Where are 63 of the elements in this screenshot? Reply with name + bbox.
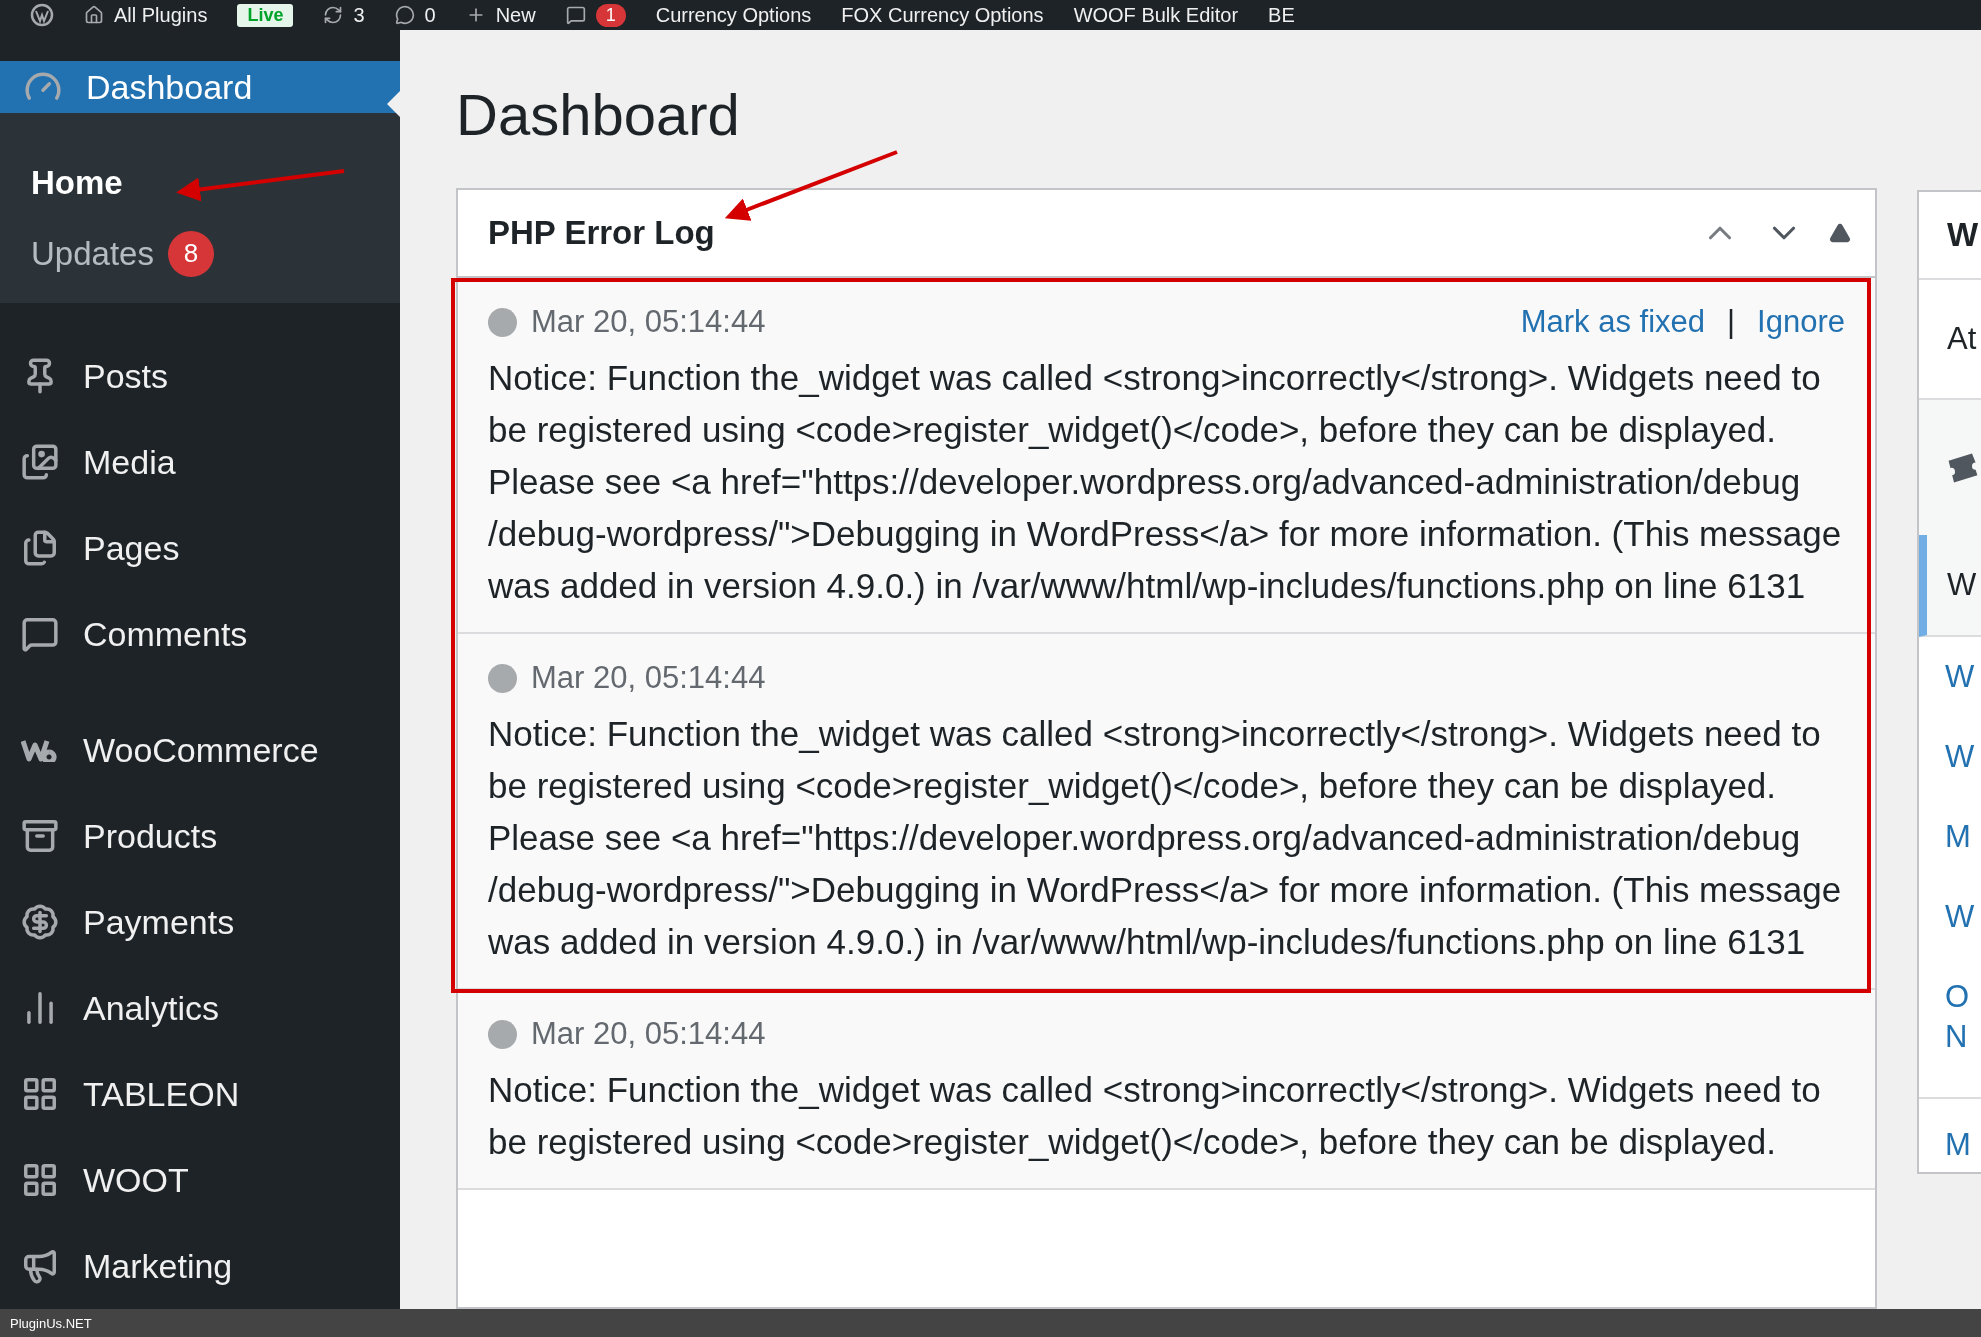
menu-item[interactable]: Posts (0, 333, 400, 419)
comment-icon (21, 615, 59, 653)
notification-badge: 1 (595, 3, 626, 27)
grid-icon (21, 1161, 59, 1199)
menu-item[interactable]: Marketing (0, 1223, 400, 1309)
menu-item[interactable]: TABLEON (0, 1051, 400, 1137)
side-widget-text: At (1946, 320, 1978, 358)
admin-bar-link[interactable]: Currency Options (655, 3, 812, 27)
new-link[interactable]: New (495, 3, 536, 27)
menu-item[interactable]: Analytics (0, 965, 400, 1051)
news-link[interactable]: M (1919, 797, 1975, 877)
status-dot (488, 307, 517, 337)
menu-item[interactable]: WooCommerce (0, 707, 400, 793)
more-link[interactable]: M (1919, 1097, 1981, 1163)
woo-icon (21, 738, 59, 762)
status-dot (488, 1019, 517, 1049)
link-separator: | (1727, 304, 1736, 340)
updates-count[interactable]: 3 (353, 3, 365, 27)
all-plugins-link[interactable]: All Plugins (114, 3, 208, 27)
error-message: Notice: Function the_widget was called <strong>incorrectly</strong>. Widgets need to be registered using <code>register_widget()</code>, before they can be displayed. Please see <a href="https://developer.wordpress.org/advanced-administration/debug /debug-wordpress/">Debugging in WordPress</a> for more information. (This message was added in version 4.9.0.) in /var/www/html/wp-includes/functions.php on line 6131 (488, 713, 1843, 963)
menu-item[interactable]: Pages (0, 505, 400, 591)
pages-icon (21, 529, 59, 567)
footer-text: PluginUs.NET (10, 1315, 92, 1331)
refresh-icon[interactable] (323, 5, 344, 25)
side-widget-tab[interactable]: W (1919, 535, 1981, 637)
news-link[interactable]: W (1919, 877, 1975, 957)
page-title: Dashboard (456, 82, 740, 148)
dollar-icon (21, 903, 59, 941)
admin-bar-link[interactable]: BE (1268, 3, 1295, 27)
ignore-link[interactable]: Ignore (1757, 304, 1845, 340)
comments-count[interactable]: 0 (424, 3, 436, 27)
widget-title: PHP Error Log (488, 214, 716, 252)
speech-bubble-icon[interactable] (565, 5, 586, 25)
news-link[interactable]: O N (1919, 957, 1975, 1077)
count-badge: 8 (167, 230, 214, 277)
entry-time: Mar 20, 05:14:44 (531, 1016, 767, 1052)
comment-icon[interactable] (394, 5, 415, 25)
archive-icon (21, 817, 59, 855)
status-dot (488, 663, 517, 693)
menu-item[interactable]: Media (0, 419, 400, 505)
live-badge: Live (237, 3, 294, 27)
collapse-icon[interactable] (1829, 222, 1851, 244)
entry-time: Mar 20, 05:14:44 (531, 304, 767, 340)
error-message: Notice: Function the_widget was called <strong>incorrectly</strong>. Widgets need to be registered using <code>register_widget()</code>, before they can be displayed. (488, 1069, 1822, 1163)
news-link[interactable]: W (1919, 637, 1975, 717)
menu-item[interactable]: Payments (0, 879, 400, 965)
mark-as-fixed-link[interactable]: Mark as fixed (1520, 304, 1706, 340)
error-message: Notice: Function the_widget was called <strong>incorrectly</strong>. Widgets need to be registered using <code>register_widget()</code>, before they can be displayed. Please see <a href="https://developer.wordpress.org/advanced-administration/debug /debug-wordpress/">Debugging in WordPress</a> for more information. (This message was added in version 4.9.0.) in /var/www/html/wp-includes/functions.php on line 6131 (488, 357, 1843, 607)
side-widget-title: W (1919, 192, 1981, 280)
wordpress-logo-icon[interactable] (30, 3, 54, 27)
home-icon[interactable] (84, 5, 104, 25)
news-link[interactable]: W (1919, 717, 1975, 797)
menu-item[interactable]: Products (0, 793, 400, 879)
menu-item[interactable]: Comments (0, 591, 400, 677)
media-icon (21, 443, 59, 481)
submenu-item[interactable]: Home (0, 147, 400, 218)
megaphone-icon (21, 1247, 59, 1285)
submenu-item[interactable]: Updates 8 (0, 218, 400, 289)
admin-bar-link[interactable]: WOOF Bulk Editor (1073, 3, 1239, 27)
menu-item[interactable]: WOOT (0, 1137, 400, 1223)
entry-time: Mar 20, 05:14:44 (531, 660, 767, 696)
grid-icon (21, 1075, 59, 1113)
admin-bar-link[interactable]: FOX Currency Options (841, 3, 1044, 27)
